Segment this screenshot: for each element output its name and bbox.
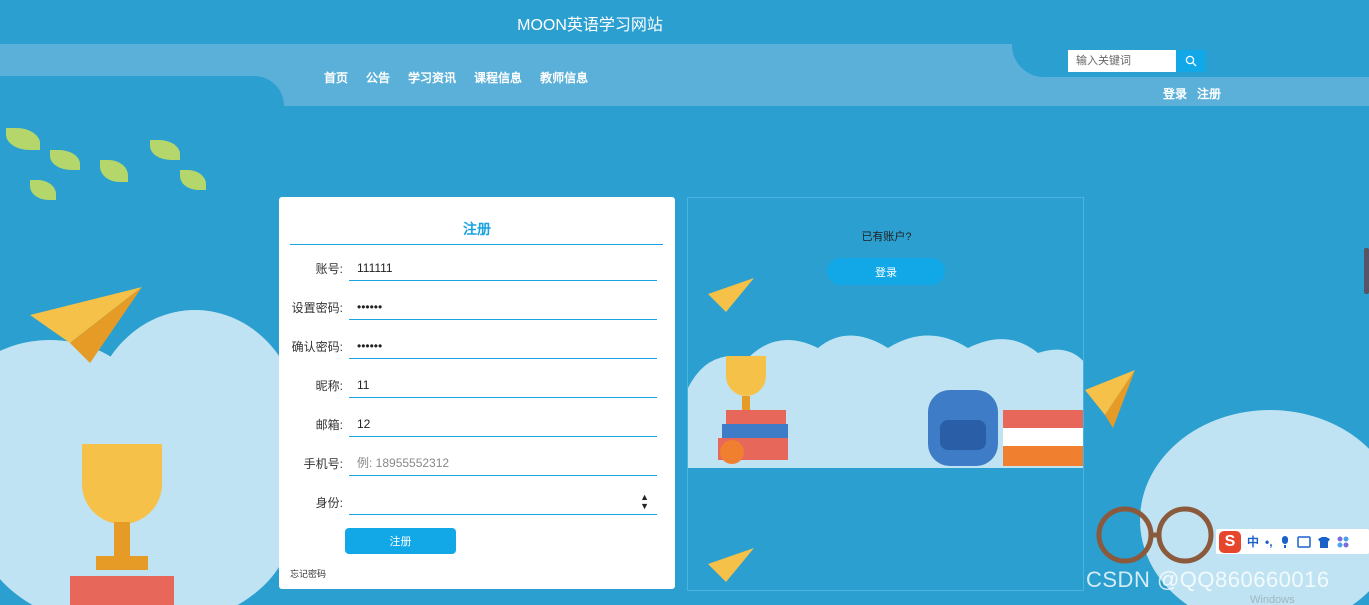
paper-plane-icon (1085, 370, 1135, 428)
title-divider (290, 244, 663, 245)
leaf-decoration (100, 160, 128, 182)
paper-plane-icon (30, 287, 142, 363)
ime-mode-label[interactable]: 中 (1247, 533, 1259, 550)
scrollbar-thumb[interactable] (1364, 248, 1369, 294)
punctuation-icon[interactable]: •, (1265, 535, 1273, 549)
top-bar: MOON英语学习网站 (0, 0, 1369, 44)
form-row-email: 邮箱: (279, 411, 675, 439)
nickname-input[interactable] (349, 372, 657, 398)
form-row-phone: 手机号: (279, 450, 675, 478)
form-row-password: 设置密码: (279, 294, 675, 322)
keyboard-icon[interactable] (1296, 535, 1311, 548)
nav-left-strip (0, 44, 60, 76)
leaf-decoration (150, 140, 180, 160)
role-label: 身份: (315, 496, 343, 510)
leaf-decoration (6, 128, 40, 150)
account-label: 账号: (315, 262, 343, 276)
register-submit-button[interactable]: 注册 (345, 528, 456, 554)
register-card: 注册 账号: 设置密码: 确认密码: 昵称: 邮箱: 手机号: 身份: ▲▼ (279, 197, 675, 589)
phone-label: 手机号: (303, 457, 343, 471)
login-side-panel: 已有账户? 登录 (687, 197, 1084, 591)
microphone-icon[interactable] (1279, 535, 1291, 549)
glasses-icon (1096, 506, 1214, 564)
account-input[interactable] (349, 255, 657, 281)
have-account-text: 已有账户? (861, 231, 912, 243)
skin-shirt-icon[interactable] (1317, 536, 1331, 548)
windows-activation-text: Windows (1250, 594, 1295, 605)
leaf-decoration (50, 150, 80, 170)
form-row-confirm-password: 确认密码: (279, 333, 675, 361)
nav-item-announcements[interactable]: 公告 (366, 69, 390, 86)
nav-item-study-news[interactable]: 学习资讯 (408, 69, 456, 86)
register-title: 注册 (463, 221, 491, 237)
header-login-link[interactable]: 登录 (1163, 85, 1187, 102)
auth-links: 登录 注册 (1163, 85, 1221, 102)
role-select[interactable]: ▲ ▼ (349, 489, 657, 515)
email-input[interactable] (349, 411, 657, 437)
nav-left-bump (0, 76, 284, 106)
confirm-password-label: 确认密码: (291, 340, 343, 354)
select-updown-icon: ▲ ▼ (640, 491, 649, 511)
trophy-icon (70, 444, 174, 605)
search-icon (1185, 55, 1197, 67)
nickname-label: 昵称: (315, 379, 343, 393)
phone-input[interactable] (349, 450, 657, 476)
form-row-role: 身份: ▲ ▼ (279, 489, 675, 517)
password-input[interactable] (349, 294, 657, 320)
side-login-button[interactable]: 登录 (827, 258, 945, 285)
forgot-password-link[interactable]: 忘记密码 (290, 567, 326, 580)
search-button[interactable] (1176, 50, 1206, 72)
leaf-decoration (180, 170, 206, 190)
email-label: 邮箱: (315, 418, 343, 432)
header-register-link[interactable]: 注册 (1197, 85, 1221, 102)
grid-menu-icon[interactable] (1337, 536, 1349, 548)
form-row-nickname: 昵称: (279, 372, 675, 400)
main-nav: 首页 公告 学习资讯 课程信息 教师信息 (324, 69, 588, 86)
nav-item-teachers[interactable]: 教师信息 (540, 69, 588, 86)
site-title: MOON英语学习网站 (517, 17, 663, 34)
search-input[interactable] (1068, 50, 1176, 72)
form-row-account: 账号: (279, 255, 675, 283)
nav-item-courses[interactable]: 课程信息 (474, 69, 522, 86)
trophy-books-icon (718, 356, 788, 464)
password-label: 设置密码: (291, 301, 343, 315)
confirm-password-input[interactable] (349, 333, 657, 359)
leaf-decoration (30, 180, 56, 200)
paper-plane-icon (708, 278, 754, 312)
book-stack-icon (1003, 410, 1083, 466)
nav-item-home[interactable]: 首页 (324, 69, 348, 86)
ime-toolbar[interactable]: S 中 •, (1216, 529, 1369, 554)
csdn-watermark: CSDN @QQ860660016 (1086, 567, 1330, 592)
paper-plane-icon (708, 548, 754, 582)
ime-logo: S (1219, 530, 1241, 553)
